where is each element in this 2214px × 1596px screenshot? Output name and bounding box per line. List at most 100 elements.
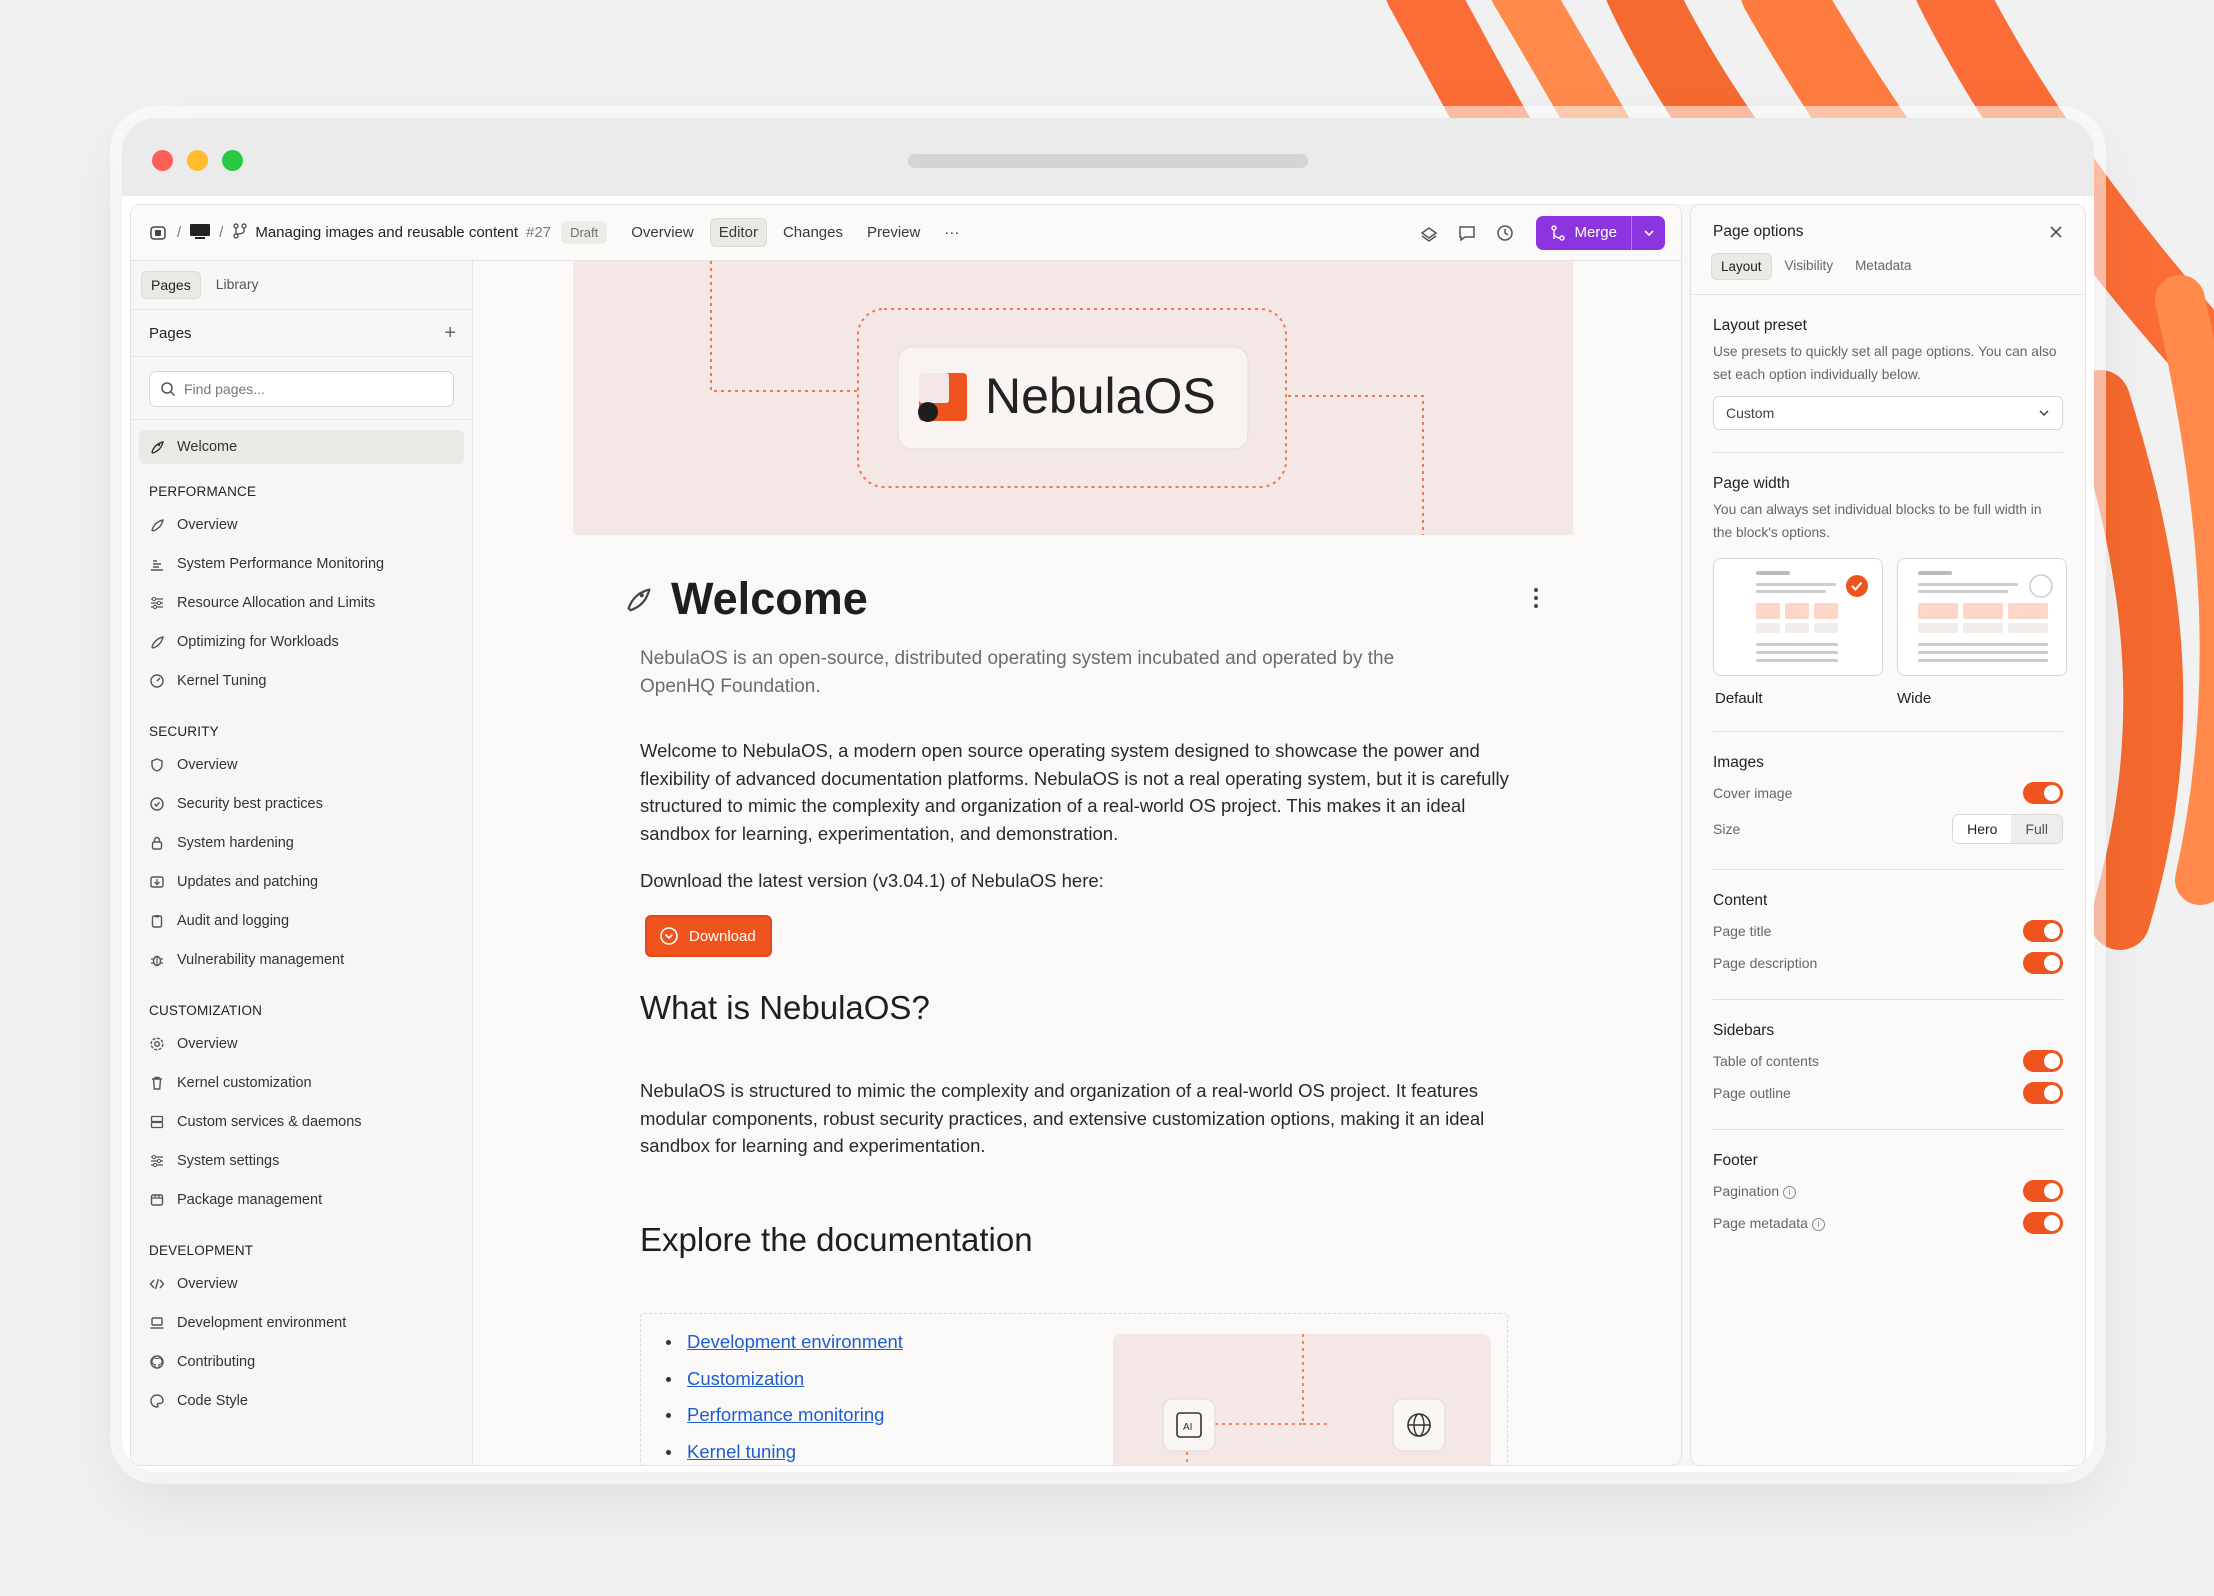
cover-image[interactable]: NebulaOS (573, 261, 1573, 535)
sidebar-item-overview[interactable]: Overview (131, 745, 472, 784)
sidebar-item-system-settings[interactable]: System settings (131, 1141, 472, 1180)
page-width-default-option[interactable] (1713, 558, 1883, 676)
rocket-icon (151, 441, 164, 454)
chevron-circle-icon (660, 927, 678, 945)
layout-default-thumbnail (1756, 571, 1868, 662)
page-title-toggle[interactable] (2023, 920, 2063, 942)
doc-link[interactable]: Performance monitoring (666, 1397, 903, 1434)
space-icon[interactable] (147, 222, 169, 244)
sidebar-item-resource-allocation-and-limits[interactable]: Resource Allocation and Limits (131, 583, 472, 622)
tab-editor[interactable]: Editor (709, 218, 767, 247)
comment-icon[interactable] (1456, 222, 1478, 244)
close-icon[interactable] (2049, 225, 2063, 239)
page-rocket-icon[interactable] (623, 584, 653, 614)
sidebar-section-title: DEVELOPMENT (149, 1243, 254, 1258)
sidebar-item-code-style[interactable]: Code Style (131, 1381, 472, 1420)
doc-link[interactable]: Kernel tuning (666, 1434, 903, 1465)
history-icon[interactable] (1494, 222, 1516, 244)
page-menu-icon[interactable] (1533, 587, 1539, 609)
layout-preset-title: Layout preset (1713, 317, 1807, 334)
more-menu-button[interactable]: ··· (936, 219, 967, 246)
sidebar-item-overview[interactable]: Overview (131, 1264, 472, 1303)
sidebar-item-custom-services-daemons[interactable]: Custom services & daemons (131, 1102, 472, 1141)
address-bar[interactable] (908, 154, 1308, 168)
cover-logo-text: NebulaOS (985, 368, 1216, 424)
merge-dropdown-button[interactable] (1631, 215, 1665, 250)
cover-image-toggle[interactable] (2023, 782, 2063, 804)
palette-icon (150, 1393, 164, 1408)
laptop-icon (150, 1316, 164, 1329)
tab-pages[interactable]: Pages (141, 271, 201, 299)
breadcrumb-separator: / (219, 224, 224, 241)
page-width-wide-label: Wide (1897, 690, 1932, 707)
page-outline-toggle[interactable] (2023, 1082, 2063, 1104)
tab-preview[interactable]: Preview (859, 219, 928, 246)
chevron-down-icon (2039, 410, 2049, 417)
tab-visibility[interactable]: Visibility (1776, 253, 1843, 280)
close-window-button[interactable] (152, 150, 173, 171)
doc-link[interactable]: Development environment (666, 1324, 903, 1361)
paragraph-intro[interactable]: Welcome to NebulaOS, a modern open sourc… (640, 737, 1510, 847)
info-icon[interactable]: i (1783, 1186, 1797, 1199)
sidebar-item-kernel-customization[interactable]: Kernel customization (131, 1063, 472, 1102)
toc-toggle[interactable] (2023, 1050, 2063, 1072)
window-titlebar (122, 118, 2094, 196)
editor-area: / / Managing images and reusable content… (130, 204, 1682, 1466)
paragraph-what-is[interactable]: NebulaOS is structured to mimic the comp… (640, 1077, 1510, 1160)
page-metadata-toggle[interactable] (2023, 1212, 2063, 1234)
maximize-window-button[interactable] (222, 150, 243, 171)
search-input[interactable]: Find pages... (149, 371, 454, 407)
sidebar-item-label: Overview (177, 1035, 238, 1052)
site-icon[interactable] (189, 223, 211, 243)
paragraph-download[interactable]: Download the latest version (v3.04.1) of… (640, 867, 1510, 895)
sidebar-item-overview[interactable]: Overview (131, 505, 472, 544)
info-icon[interactable]: i (1811, 1218, 1825, 1231)
sidebar-item-welcome[interactable]: Welcome (139, 430, 464, 464)
page-title[interactable]: Welcome (671, 573, 868, 625)
sidebar-item-system-performance-monitoring[interactable]: System Performance Monitoring (131, 544, 472, 583)
tab-metadata[interactable]: Metadata (1846, 253, 1920, 280)
minimize-window-button[interactable] (187, 150, 208, 171)
tab-layout[interactable]: Layout (1711, 253, 1772, 280)
sidebar-item-kernel-tuning[interactable]: Kernel Tuning (131, 661, 472, 700)
tab-changes[interactable]: Changes (775, 219, 851, 246)
lock-icon (151, 836, 163, 850)
ai-assist-icon[interactable] (1418, 222, 1440, 244)
pagination-toggle[interactable] (2023, 1180, 2063, 1202)
size-full-option[interactable]: Full (2011, 815, 2062, 843)
svg-text:AI: AI (1183, 1422, 1192, 1433)
sidebar-item-contributing[interactable]: Contributing (131, 1342, 472, 1381)
sidebar-item-system-hardening[interactable]: System hardening (131, 823, 472, 862)
layout-preset-select[interactable]: Custom (1713, 396, 2063, 430)
page-description[interactable]: NebulaOS is an open-source, distributed … (640, 645, 1440, 701)
size-hero-option[interactable]: Hero (1953, 815, 2012, 843)
sidebar-item-overview[interactable]: Overview (131, 1024, 472, 1063)
sidebar-item-audit-and-logging[interactable]: Audit and logging (131, 901, 472, 940)
topbar: / / Managing images and reusable content… (131, 205, 1681, 261)
page-description-toggle[interactable] (2023, 952, 2063, 974)
sidebar-item-vulnerability-management[interactable]: Vulnerability management (131, 940, 472, 979)
page-width-title: Page width (1713, 475, 1790, 492)
page-width-wide-option[interactable] (1897, 558, 2067, 676)
pagination-label: Pagination (1713, 1183, 1780, 1199)
content-title: Content (1713, 892, 1768, 909)
sidebar-item-optimizing-for-workloads[interactable]: Optimizing for Workloads (131, 622, 472, 661)
sidebar-item-security-best-practices[interactable]: Security best practices (131, 784, 472, 823)
doc-link[interactable]: Customization (666, 1361, 903, 1398)
tab-library[interactable]: Library (207, 271, 268, 299)
sidebar-item-label: Welcome (177, 439, 238, 455)
tab-overview[interactable]: Overview (623, 219, 702, 246)
merge-label: Merge (1574, 224, 1617, 241)
sidebar-item-development-environment[interactable]: Development environment (131, 1303, 472, 1342)
sidebar-item-package-management[interactable]: Package management (131, 1180, 472, 1219)
pages-header: Pages (149, 324, 192, 342)
heading-what-is[interactable]: What is NebulaOS? (640, 989, 930, 1027)
sidebar-item-label: Contributing (177, 1353, 256, 1370)
download-button[interactable]: Download (645, 915, 772, 957)
explore-illustration: AI (1113, 1334, 1491, 1465)
merge-button[interactable]: Merge (1536, 216, 1631, 250)
add-page-icon[interactable]: + (444, 322, 456, 345)
heading-explore[interactable]: Explore the documentation (640, 1221, 1033, 1259)
code-icon (149, 1278, 165, 1289)
sidebar-item-updates-and-patching[interactable]: Updates and patching (131, 862, 472, 901)
